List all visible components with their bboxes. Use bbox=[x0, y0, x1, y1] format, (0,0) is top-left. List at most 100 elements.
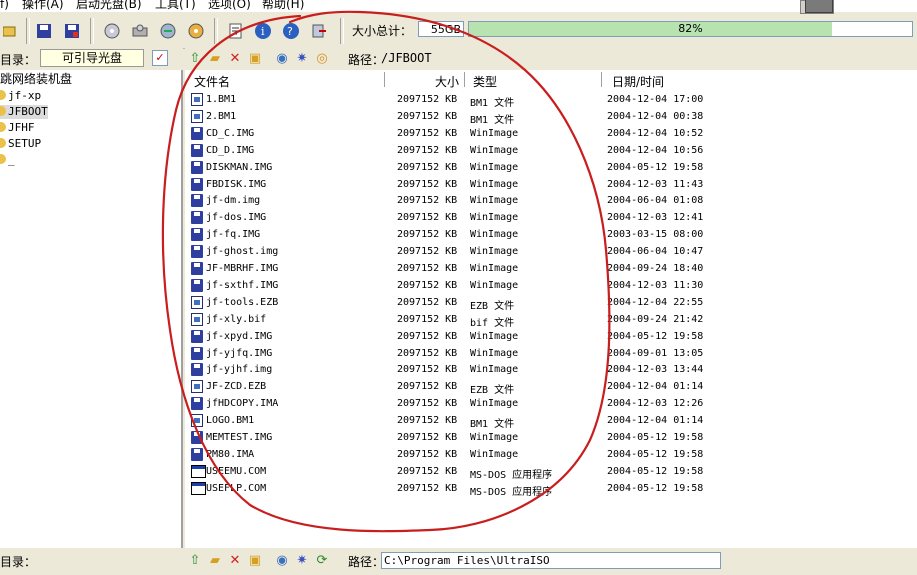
total-size-label: 大小总计： bbox=[352, 24, 413, 38]
tree-item[interactable]: jf-xp bbox=[0, 89, 41, 103]
file-date: 2004-06-04 10:47 bbox=[607, 246, 704, 258]
tree-root[interactable]: 跳网络装机盘 bbox=[0, 72, 72, 86]
refresh-icon[interactable]: ⟳ bbox=[314, 553, 330, 569]
rename-icon[interactable]: ▣ bbox=[247, 51, 263, 67]
checkbox-icon[interactable]: ✓ bbox=[152, 50, 168, 66]
virtual-drive-icon[interactable] bbox=[130, 21, 150, 41]
bootable-cd-button[interactable]: 可引导光盘 bbox=[40, 49, 144, 67]
column-header-date[interactable]: 日期/时间 bbox=[612, 73, 664, 90]
file-name: 2.BM1 bbox=[206, 110, 237, 122]
file-name: MEMTEST.IMG bbox=[206, 432, 273, 443]
new-folder-icon[interactable]: ▰ bbox=[207, 51, 223, 67]
file-row[interactable]: CD_D.IMG 2097152 KB WinImage 2004-12-04 10:… bbox=[185, 143, 917, 160]
file-row[interactable]: LOGO.BM1 2097152 KB BM1 文件 2004-12-04 01:14 bbox=[185, 413, 917, 430]
disk-image-icon bbox=[191, 397, 203, 411]
file-row[interactable]: 1.BM1 2097152 KB BM1 文件 2004-12-04 17:00 bbox=[185, 92, 917, 109]
menu-item-tools[interactable]: 工具(T) bbox=[155, 0, 196, 12]
file-row[interactable]: CD_C.IMG 2097152 KB WinImage 2004-12-04 10:… bbox=[185, 126, 917, 143]
file-row[interactable]: jfHDCOPY.IMA 2097152 KB WinImage 2004-12-03… bbox=[185, 396, 917, 413]
menu-item-options[interactable]: 选项(O) bbox=[208, 0, 251, 12]
column-separator[interactable] bbox=[384, 72, 385, 87]
file-row[interactable]: USEFLP.COM 2097152 KB MS-DOS 应用程序 2004-05-1… bbox=[185, 481, 917, 498]
menu-item-file[interactable]: f) bbox=[0, 0, 9, 12]
bottom-path-field[interactable]: C:\Program Files\UltraISO bbox=[381, 552, 721, 569]
file-row[interactable]: jf-yjhf.img 2097152 KB WinImage 2004-12-03 … bbox=[185, 362, 917, 379]
help-icon[interactable]: ? bbox=[281, 21, 301, 41]
file-date: 2004-05-12 19:58 bbox=[607, 330, 704, 342]
exit-icon[interactable] bbox=[309, 21, 329, 41]
tree-item-label: _ bbox=[8, 153, 15, 166]
column-header-size[interactable]: 大小 bbox=[435, 73, 459, 90]
window-restore-button[interactable] bbox=[800, 0, 834, 14]
file-row[interactable]: JF-ZCD.EZB 2097152 KB EZB 文件 2004-12-04 01:… bbox=[185, 379, 917, 396]
file-size: 2097152 KB bbox=[397, 381, 458, 393]
file-type: WinImage bbox=[470, 364, 519, 376]
settings-gear-icon[interactable]: ✷ bbox=[294, 553, 310, 569]
file-date: 2004-05-12 19:58 bbox=[607, 482, 704, 494]
delete-icon[interactable]: ✕ bbox=[227, 51, 243, 67]
file-date: 2004-05-12 19:58 bbox=[607, 432, 704, 443]
file-date: 2004-05-12 19:58 bbox=[607, 448, 704, 460]
file-row[interactable]: jf-tools.EZB 2097152 KB EZB 文件 2004-12-04 2… bbox=[185, 295, 917, 312]
properties-icon[interactable] bbox=[226, 21, 246, 41]
column-separator[interactable] bbox=[464, 72, 465, 87]
rename-icon[interactable]: ▣ bbox=[247, 553, 263, 569]
disk-image-icon bbox=[191, 177, 203, 191]
disk-image-icon bbox=[191, 278, 203, 292]
mount-icon[interactable] bbox=[158, 21, 178, 41]
menu-item-help[interactable]: 帮助(H) bbox=[262, 0, 304, 12]
add-file-icon[interactable]: ◉ bbox=[274, 51, 290, 67]
file-row[interactable]: FBDISK.IMG 2097152 KB WinImage 2004-12-03 1… bbox=[185, 177, 917, 194]
delete-icon[interactable]: ✕ bbox=[227, 553, 243, 569]
info-icon[interactable]: i bbox=[253, 21, 273, 41]
file-row[interactable]: jf-xly.bif 2097152 KB bif 文件 2004-09-24 21:… bbox=[185, 312, 917, 329]
up-arrow-icon[interactable]: ⇧ bbox=[187, 51, 203, 67]
tree-item[interactable]: JFBOOT bbox=[0, 105, 48, 119]
column-header-name[interactable]: 文件名 bbox=[194, 73, 230, 90]
file-list: 文件名 大小 类型 日期/时间 1.BM1 2097152 KB BM1 文件 200… bbox=[185, 70, 917, 548]
menu-item-bootable[interactable]: 启动光盘(B) bbox=[76, 0, 142, 12]
save-as-icon[interactable] bbox=[62, 21, 82, 41]
file-row[interactable]: jf-dm.img 2097152 KB WinImage 2004-06-04 01… bbox=[185, 193, 917, 210]
file-size: 2097152 KB bbox=[397, 398, 458, 410]
save-icon[interactable] bbox=[34, 21, 54, 41]
file-size: 2097152 KB bbox=[397, 482, 458, 494]
disk-image-icon bbox=[191, 143, 203, 157]
tree-item[interactable]: _ bbox=[0, 153, 15, 167]
tree-item[interactable]: JFHF bbox=[0, 121, 35, 135]
column-header-type[interactable]: 类型 bbox=[473, 73, 497, 90]
file-row[interactable]: USEEMU.COM 2097152 KB MS-DOS 应用程序 2004-05-1… bbox=[185, 464, 917, 481]
file-type: EZB 文件 bbox=[470, 385, 515, 397]
file-size: 2097152 KB bbox=[397, 110, 458, 122]
file-row[interactable]: jf-yjfq.IMG 2097152 KB WinImage 2004-09-01 … bbox=[185, 346, 917, 363]
up-arrow-icon[interactable]: ⇧ bbox=[187, 553, 203, 569]
file-type: bif 文件 bbox=[470, 317, 515, 329]
refresh-icon[interactable]: ◎ bbox=[314, 51, 330, 67]
burn-cd-icon[interactable] bbox=[102, 21, 122, 41]
tree-item[interactable]: SETUP bbox=[0, 137, 41, 151]
add-file-icon[interactable]: ◉ bbox=[274, 553, 290, 569]
file-row[interactable]: MEMTEST.IMG 2097152 KB WinImage 2004-05-12 … bbox=[185, 430, 917, 447]
file-size: 2097152 KB bbox=[397, 364, 458, 376]
file-date: 2004-12-03 11:30 bbox=[607, 279, 704, 291]
file-row[interactable]: jf-dos.IMG 2097152 KB WinImage 2004-12-03 1… bbox=[185, 210, 917, 227]
new-folder-icon[interactable]: ▰ bbox=[207, 553, 223, 569]
menu-item-actions[interactable]: 操作(A) bbox=[22, 0, 64, 12]
file-row[interactable]: DISKMAN.IMG 2097152 KB WinImage 2004-05-12 … bbox=[185, 160, 917, 177]
file-row[interactable]: jf-fq.IMG 2097152 KB WinImage 2003-03-15 08… bbox=[185, 227, 917, 244]
file-row[interactable]: jf-sxthf.IMG 2097152 KB WinImage 2004-12-03… bbox=[185, 278, 917, 295]
file-name: CD_C.IMG bbox=[206, 127, 255, 139]
file-row[interactable]: 2.BM1 2097152 KB BM1 文件 2004-12-04 00:38 bbox=[185, 109, 917, 126]
svg-text:i: i bbox=[261, 25, 265, 38]
settings-gear-icon[interactable]: ✷ bbox=[294, 51, 310, 67]
open-folder-icon[interactable] bbox=[0, 21, 20, 41]
toolbar-separator bbox=[90, 18, 94, 44]
file-row[interactable]: JF-MBRHF.IMG 2097152 KB WinImage 2004-09-24… bbox=[185, 261, 917, 278]
file-row[interactable]: PM80.IMA 2097152 KB WinImage 2004-05-12 19:… bbox=[185, 447, 917, 464]
file-row[interactable]: jf-ghost.img 2097152 KB WinImage 2004-06-04… bbox=[185, 244, 917, 261]
file-row[interactable]: jf-xpyd.IMG 2097152 KB WinImage 2004-05-12 … bbox=[185, 329, 917, 346]
column-separator[interactable] bbox=[601, 72, 602, 87]
compress-icon[interactable] bbox=[186, 21, 206, 41]
bottom-file-toolbar: ⇧ ▰ ✕ ▣ ◉ ✷ ⟳ 路径： C:\Program Files\Ultra… bbox=[185, 548, 917, 575]
capacity-progress-text: 82% bbox=[678, 22, 703, 35]
